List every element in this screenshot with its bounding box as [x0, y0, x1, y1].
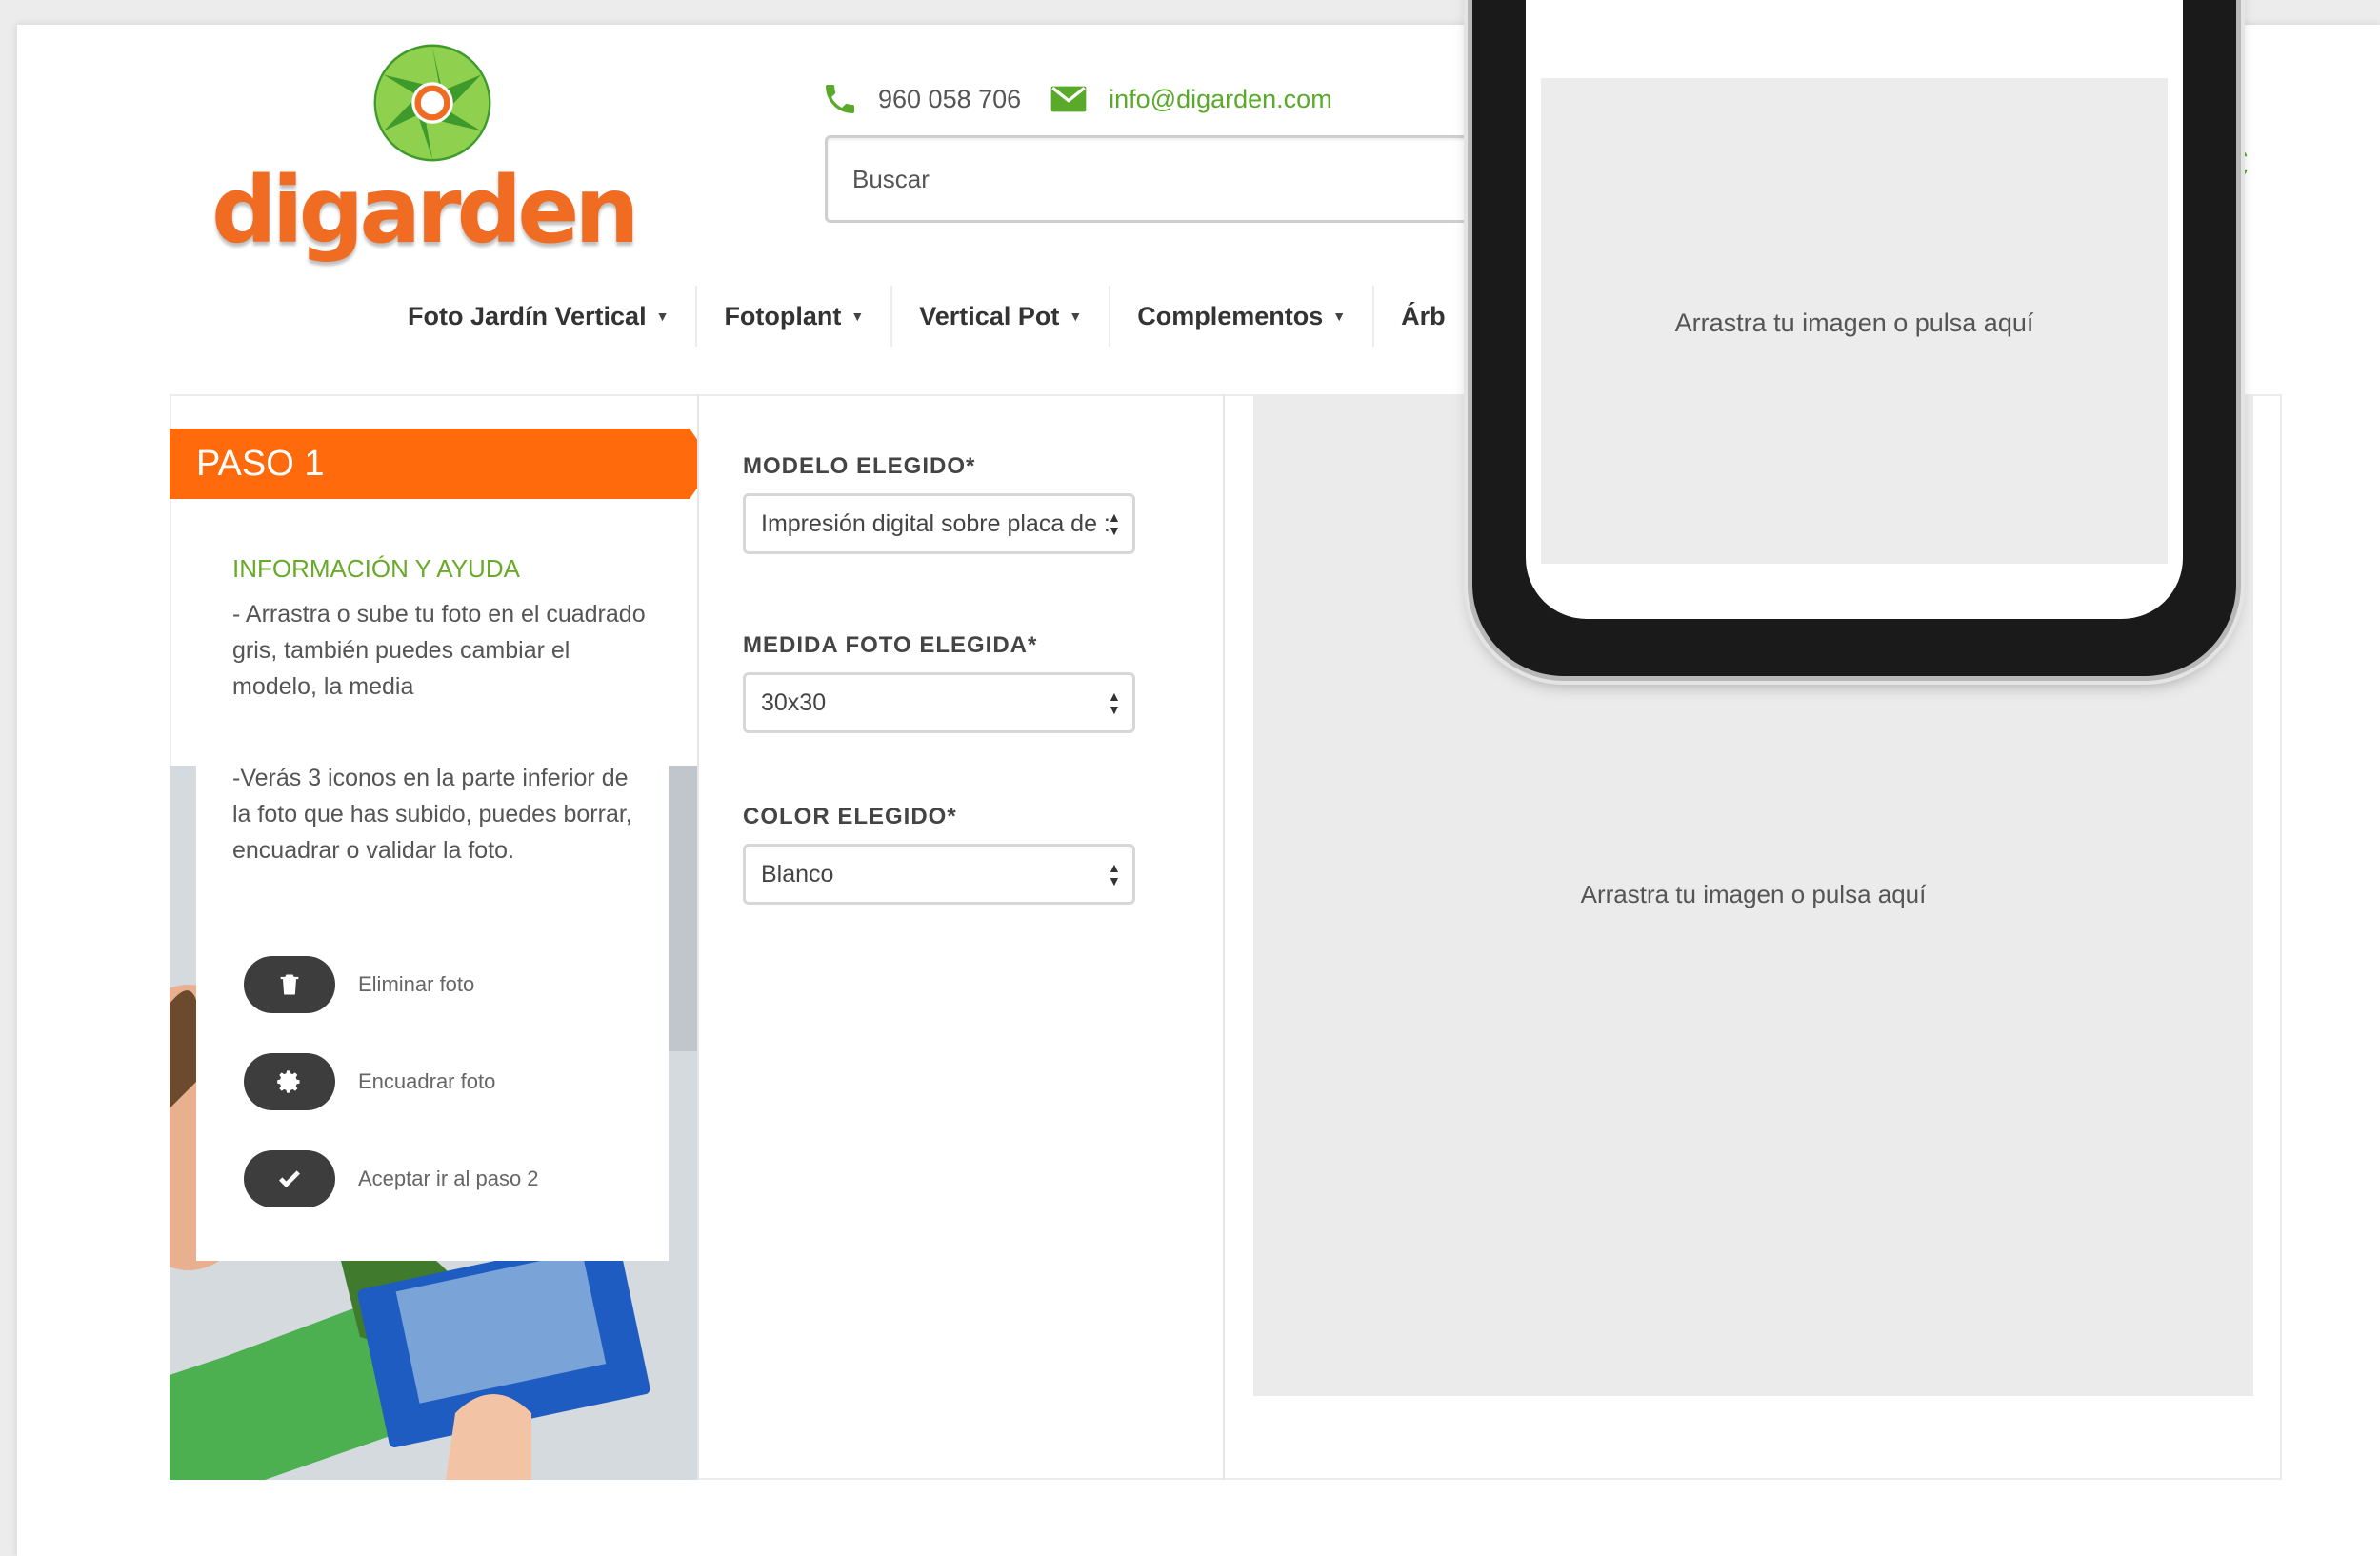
caret-down-icon: ▼: [1332, 309, 1347, 324]
nav-fotoplant[interactable]: Fotoplant ▼: [697, 286, 893, 347]
size-select[interactable]: 30x30 ▲ ▼: [743, 672, 1135, 733]
icon-row-crop: Encuadrar foto: [244, 1053, 495, 1110]
phone-drop-zone[interactable]: Arrastra tu imagen o pulsa aquí: [1541, 78, 2168, 564]
nav-complementos[interactable]: Complementos ▼: [1110, 286, 1375, 347]
nav-label: Foto Jardín Vertical: [408, 301, 647, 330]
caret-down-icon: ▼: [1069, 309, 1083, 324]
delete-photo-button[interactable]: [244, 956, 335, 1013]
step-sidebar: PASO 1 INFORMACIÓN Y AYUDA - Arrastra o …: [170, 394, 699, 1480]
phone-side-button: [2238, 476, 2244, 562]
email-link[interactable]: info@digarden.com: [1109, 85, 1332, 114]
help-title: INFORMACIÓN Y AYUDA: [232, 554, 520, 583]
nav-label: Fotoplant: [724, 301, 842, 330]
select-arrows-icon: ▲ ▼: [1108, 860, 1121, 888]
phone-icon: [826, 85, 854, 113]
nav-vertical-pot[interactable]: Vertical Pot ▼: [892, 286, 1111, 347]
drop-zone-text: Arrastra tu imagen o pulsa aquí: [1580, 880, 1927, 908]
phone-screen: Arrastra tu imagen o pulsa aquí: [1526, 0, 2183, 619]
crop-photo-button[interactable]: [244, 1053, 335, 1110]
phone-number[interactable]: 960 058 706: [878, 85, 1021, 114]
nav-label: Complementos: [1137, 301, 1324, 330]
accept-step2-button[interactable]: [244, 1150, 335, 1207]
select-arrows-icon: ▲ ▼: [1108, 688, 1121, 717]
trash-icon: [280, 974, 299, 995]
icon-row-accept: Aceptar ir al paso 2: [244, 1150, 539, 1207]
help-text-1: - Arrastra o sube tu foto en el cuadrado…: [232, 601, 646, 700]
caret-down-icon: ▼: [850, 309, 865, 324]
nav-label: Árb: [1401, 301, 1446, 330]
mail-icon: [1050, 86, 1087, 112]
options-form: MODELO ELEGIDO* Impresión digital sobre …: [697, 394, 1225, 1480]
delete-photo-label: Eliminar foto: [358, 972, 475, 996]
main-nav: Foto Jardín Vertical ▼ Fotoplant ▼ Vertica…: [381, 286, 1472, 347]
gear-icon: [277, 1070, 300, 1093]
color-select-value: Blanco: [761, 861, 834, 888]
search-box: [825, 135, 1491, 223]
help-text-2: -Verás 3 iconos en la parte inferior de …: [232, 765, 632, 864]
color-select[interactable]: Blanco ▲ ▼: [743, 844, 1135, 905]
crop-photo-label: Encuadrar foto: [358, 1069, 496, 1093]
caret-down-icon: ▼: [655, 309, 670, 324]
nav-arboles-partial[interactable]: Árb: [1374, 286, 1472, 347]
phone-side-button: [1465, 476, 1470, 543]
size-select-value: 30x30: [761, 689, 827, 716]
color-label: COLOR ELEGIDO*: [743, 804, 957, 829]
model-select-value: Impresión digital sobre placa de :: [761, 510, 1110, 537]
step-banner: PASO 1: [170, 429, 697, 499]
nav-label: Vertical Pot: [919, 301, 1060, 330]
mobile-preview-phone: Arrastra tu imagen o pulsa aquí: [1472, 0, 2236, 676]
select-arrows-icon: ▲ ▼: [1108, 509, 1121, 538]
logo-aperture-icon: [373, 44, 491, 162]
phone-drop-zone-text: Arrastra tu imagen o pulsa aquí: [1674, 309, 2034, 337]
logo-wordmark: digarden: [211, 157, 640, 264]
size-label: MEDIDA FOTO ELEGIDA*: [743, 632, 1038, 658]
nav-foto-jardin-vertical[interactable]: Foto Jardín Vertical ▼: [381, 286, 698, 347]
check-icon: [279, 1170, 300, 1188]
contact-bar: 960 058 706 info@digarden.com: [821, 78, 1332, 120]
logo[interactable]: digarden: [211, 42, 659, 270]
accept-step2-label: Aceptar ir al paso 2: [358, 1167, 539, 1190]
model-select[interactable]: Impresión digital sobre placa de : ▲ ▼: [743, 493, 1135, 554]
model-label: MODELO ELEGIDO*: [743, 453, 976, 479]
search-input[interactable]: [828, 138, 1489, 220]
icon-row-delete: Eliminar foto: [244, 956, 474, 1013]
